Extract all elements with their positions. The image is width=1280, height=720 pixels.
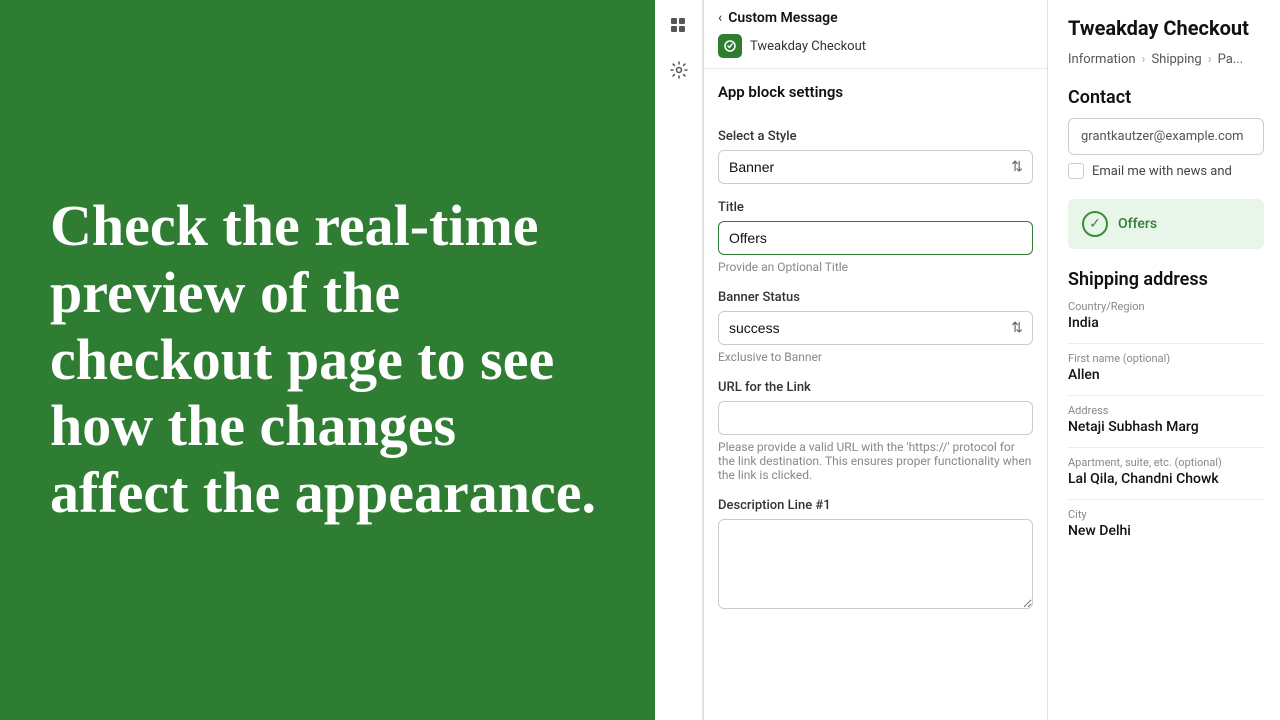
country-field: Country/Region India bbox=[1068, 300, 1264, 331]
offers-check-icon: ✓ bbox=[1082, 211, 1108, 237]
banner-status-label: Banner Status bbox=[718, 290, 1033, 305]
newsletter-checkbox[interactable] bbox=[1068, 163, 1084, 179]
contact-heading: Contact bbox=[1068, 87, 1264, 108]
breadcrumb: Information › Shipping › Pa... bbox=[1068, 52, 1264, 67]
style-select-wrapper: Banner Inline Popup ⇅ bbox=[718, 150, 1033, 184]
gear-icon bbox=[670, 61, 688, 79]
back-title: Custom Message bbox=[728, 10, 837, 26]
settings-panel: ‹ Custom Message Tweakday Checkout App b… bbox=[703, 0, 1048, 720]
first-name-value: Allen bbox=[1068, 367, 1264, 383]
shipping-section: Shipping address Country/Region India Fi… bbox=[1068, 269, 1264, 539]
back-icon: ‹ bbox=[718, 10, 722, 26]
offers-banner: ✓ Offers bbox=[1068, 199, 1264, 249]
country-value: India bbox=[1068, 315, 1264, 331]
url-input[interactable] bbox=[718, 401, 1033, 435]
desc-field: Description Line #1 bbox=[718, 498, 1033, 613]
breadcrumb-sep-1: › bbox=[1142, 52, 1146, 67]
city-field: City New Delhi bbox=[1068, 508, 1264, 539]
url-label: URL for the Link bbox=[718, 380, 1033, 395]
offers-text: Offers bbox=[1118, 216, 1157, 232]
first-name-field: First name (optional) Allen bbox=[1068, 352, 1264, 383]
banner-status-select-wrapper: success warning error info ⇅ bbox=[718, 311, 1033, 345]
apt-label: Apartment, suite, etc. (optional) bbox=[1068, 456, 1264, 469]
address-label: Address bbox=[1068, 404, 1264, 417]
grid-icon-btn[interactable] bbox=[661, 8, 697, 44]
banner-status-select[interactable]: success warning error info bbox=[718, 311, 1033, 345]
shipping-heading: Shipping address bbox=[1068, 269, 1264, 290]
newsletter-row: Email me with news and bbox=[1068, 163, 1264, 179]
banner-status-field: Banner Status success warning error info… bbox=[718, 290, 1033, 364]
hero-text: Check the real-time preview of the check… bbox=[50, 193, 605, 526]
address-value: Netaji Subhash Marg bbox=[1068, 419, 1264, 435]
style-label: Select a Style bbox=[718, 129, 1033, 144]
title-input[interactable] bbox=[718, 221, 1033, 255]
title-field: Title Provide an Optional Title bbox=[718, 200, 1033, 274]
style-field: Select a Style Banner Inline Popup ⇅ bbox=[718, 129, 1033, 184]
back-button[interactable]: ‹ Custom Message bbox=[718, 10, 1033, 26]
desc-textarea[interactable] bbox=[718, 519, 1033, 609]
contact-section: Contact grantkautzer@example.com Email m… bbox=[1068, 87, 1264, 179]
url-field: URL for the Link Please provide a valid … bbox=[718, 380, 1033, 482]
banner-status-hint: Exclusive to Banner bbox=[718, 350, 1033, 364]
breadcrumb-information: Information bbox=[1068, 52, 1136, 67]
section-title-block: App block settings bbox=[718, 83, 1033, 113]
breadcrumb-shipping: Shipping bbox=[1151, 52, 1201, 67]
gear-icon-btn[interactable] bbox=[661, 52, 697, 88]
url-hint: Please provide a valid URL with the 'htt… bbox=[718, 440, 1033, 482]
apt-field: Apartment, suite, etc. (optional) Lal Qi… bbox=[1068, 456, 1264, 487]
settings-body: App block settings Select a Style Banner… bbox=[704, 69, 1047, 627]
apt-value: Lal Qila, Chandni Chowk bbox=[1068, 471, 1264, 487]
breadcrumb-sep-2: › bbox=[1208, 52, 1212, 67]
style-select[interactable]: Banner Inline Popup bbox=[718, 150, 1033, 184]
app-row: Tweakday Checkout bbox=[718, 34, 1033, 58]
preview-panel: Tweakday Checkout Information › Shipping… bbox=[1048, 0, 1280, 720]
app-name-label: Tweakday Checkout bbox=[750, 39, 866, 54]
sidebar-icons bbox=[655, 0, 703, 720]
newsletter-label: Email me with news and bbox=[1092, 164, 1232, 179]
settings-header: ‹ Custom Message Tweakday Checkout bbox=[704, 0, 1047, 69]
country-label: Country/Region bbox=[1068, 300, 1264, 313]
preview-title: Tweakday Checkout bbox=[1068, 16, 1264, 40]
left-panel: Check the real-time preview of the check… bbox=[0, 0, 655, 720]
title-label: Title bbox=[718, 200, 1033, 215]
grid-icon bbox=[670, 17, 688, 35]
city-value: New Delhi bbox=[1068, 523, 1264, 539]
first-name-label: First name (optional) bbox=[1068, 352, 1264, 365]
desc-label: Description Line #1 bbox=[718, 498, 1033, 513]
section-title: App block settings bbox=[718, 83, 1033, 101]
title-hint: Provide an Optional Title bbox=[718, 260, 1033, 274]
city-label: City bbox=[1068, 508, 1264, 521]
breadcrumb-payment: Pa... bbox=[1218, 52, 1244, 67]
address-field: Address Netaji Subhash Marg bbox=[1068, 404, 1264, 435]
email-display: grantkautzer@example.com bbox=[1068, 118, 1264, 155]
app-icon bbox=[718, 34, 742, 58]
